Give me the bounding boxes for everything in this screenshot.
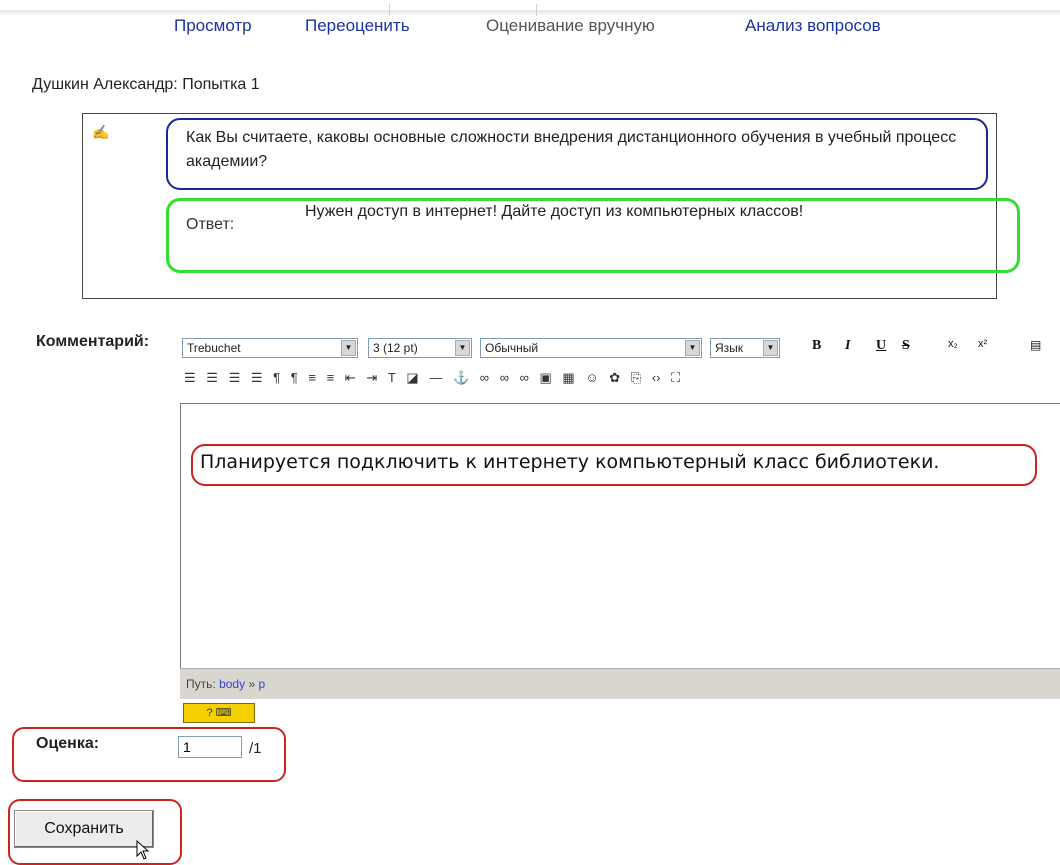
underline-button[interactable]: U bbox=[876, 338, 886, 354]
tab-view[interactable]: Просмотр bbox=[174, 16, 252, 36]
path-separator: » bbox=[248, 677, 256, 691]
smiley-icon[interactable]: ☺ bbox=[585, 370, 598, 385]
fullscreen-icon[interactable]: ⛶ bbox=[671, 370, 680, 386]
image-icon[interactable]: ▣ bbox=[540, 370, 552, 386]
html-source-icon[interactable]: ‹› bbox=[652, 370, 661, 385]
essay-pencil-icon: ✍ bbox=[92, 124, 110, 140]
align-center-icon[interactable]: ☰ bbox=[206, 370, 218, 386]
font-family-value: Trebuchet bbox=[187, 341, 241, 355]
path-p-link[interactable]: p bbox=[258, 677, 265, 691]
strikethrough-button[interactable]: S bbox=[902, 338, 910, 354]
tabs-top-border bbox=[0, 10, 1060, 15]
tab-regrade[interactable]: Переоценить bbox=[305, 16, 410, 36]
horizontal-rule-icon[interactable]: — bbox=[429, 370, 442, 385]
table-icon[interactable]: ▦ bbox=[562, 370, 574, 386]
align-justify-icon[interactable]: ☰ bbox=[251, 370, 263, 386]
outdent-icon[interactable]: ⇤ bbox=[345, 370, 356, 386]
help-keyboard-icon[interactable]: ? ⌨ bbox=[183, 703, 255, 723]
chevron-down-icon: ▼ bbox=[455, 340, 470, 356]
grade-input[interactable] bbox=[178, 736, 242, 758]
anchor-icon[interactable]: ⚓ bbox=[453, 370, 469, 386]
find-icon[interactable]: ⎘ bbox=[631, 370, 641, 386]
rtl-icon[interactable]: ¶ bbox=[291, 370, 298, 385]
text-color-icon[interactable]: T bbox=[388, 370, 396, 385]
grade-label: Оценка: bbox=[36, 735, 100, 752]
italic-button[interactable]: I bbox=[845, 338, 850, 354]
path-body-link[interactable]: body bbox=[219, 677, 245, 691]
answer-text: Нужен доступ в интернет! Дайте доступ из… bbox=[305, 203, 804, 220]
comment-editor-text[interactable]: Планируется подключить к интернету компь… bbox=[200, 451, 939, 473]
tab-manual-grading[interactable]: Оценивание вручную bbox=[486, 16, 655, 36]
font-size-select[interactable]: 3 (12 pt) ▼ bbox=[368, 338, 472, 358]
path-label: Путь: bbox=[186, 677, 216, 691]
save-button[interactable]: Сохранить bbox=[14, 810, 154, 848]
tab-divider bbox=[536, 4, 537, 16]
paragraph-style-value: Обычный bbox=[485, 341, 539, 355]
superscript-button[interactable]: x² bbox=[978, 338, 987, 350]
ltr-icon[interactable]: ¶ bbox=[273, 370, 280, 385]
comment-label: Комментарий: bbox=[36, 333, 150, 350]
grade-max: /1 bbox=[249, 740, 262, 757]
language-select[interactable]: Язык ▼ bbox=[710, 338, 780, 358]
background-color-icon[interactable]: ◪ bbox=[406, 370, 418, 386]
indent-icon[interactable]: ⇥ bbox=[366, 370, 377, 386]
align-left-icon[interactable]: ☰ bbox=[184, 370, 196, 386]
font-size-value: 3 (12 pt) bbox=[373, 341, 418, 355]
mouse-cursor-icon bbox=[136, 840, 150, 860]
paste-icon[interactable]: ▤ bbox=[1030, 338, 1041, 352]
editor-path-bar: Путь: body » p bbox=[180, 668, 1060, 699]
bold-button[interactable]: B bbox=[812, 338, 821, 354]
align-right-icon[interactable]: ☰ bbox=[229, 370, 241, 386]
format-toolbar: ☰ ☰ ☰ ☰ ¶ ¶ ≡ ≡ ⇤ ⇥ T ◪ — ⚓ ∞ ∞ ∞ ▣ ▦ ☺ … bbox=[184, 370, 687, 392]
nolink-icon[interactable]: ∞ bbox=[520, 370, 529, 385]
attempt-title: Душкин Александр: Попытка 1 bbox=[32, 76, 260, 93]
unlink-icon[interactable]: ∞ bbox=[500, 370, 509, 385]
language-value: Язык bbox=[715, 341, 744, 355]
answer-label: Ответ: bbox=[186, 216, 235, 233]
tab-item-analysis[interactable]: Анализ вопросов bbox=[745, 16, 881, 36]
link-icon[interactable]: ∞ bbox=[480, 370, 489, 385]
ordered-list-icon[interactable]: ≡ bbox=[308, 370, 316, 385]
font-family-select[interactable]: Trebuchet ▼ bbox=[182, 338, 358, 358]
tab-divider bbox=[389, 4, 390, 16]
chevron-down-icon: ▼ bbox=[763, 340, 778, 356]
special-char-icon[interactable]: ✿ bbox=[609, 370, 620, 386]
unordered-list-icon[interactable]: ≡ bbox=[327, 370, 335, 385]
question-text: Как Вы считаете, каковы основные сложнос… bbox=[186, 129, 957, 170]
chevron-down-icon: ▼ bbox=[685, 340, 700, 356]
subscript-button[interactable]: x₂ bbox=[948, 338, 958, 350]
paragraph-style-select[interactable]: Обычный ▼ bbox=[480, 338, 702, 358]
chevron-down-icon: ▼ bbox=[341, 340, 356, 356]
